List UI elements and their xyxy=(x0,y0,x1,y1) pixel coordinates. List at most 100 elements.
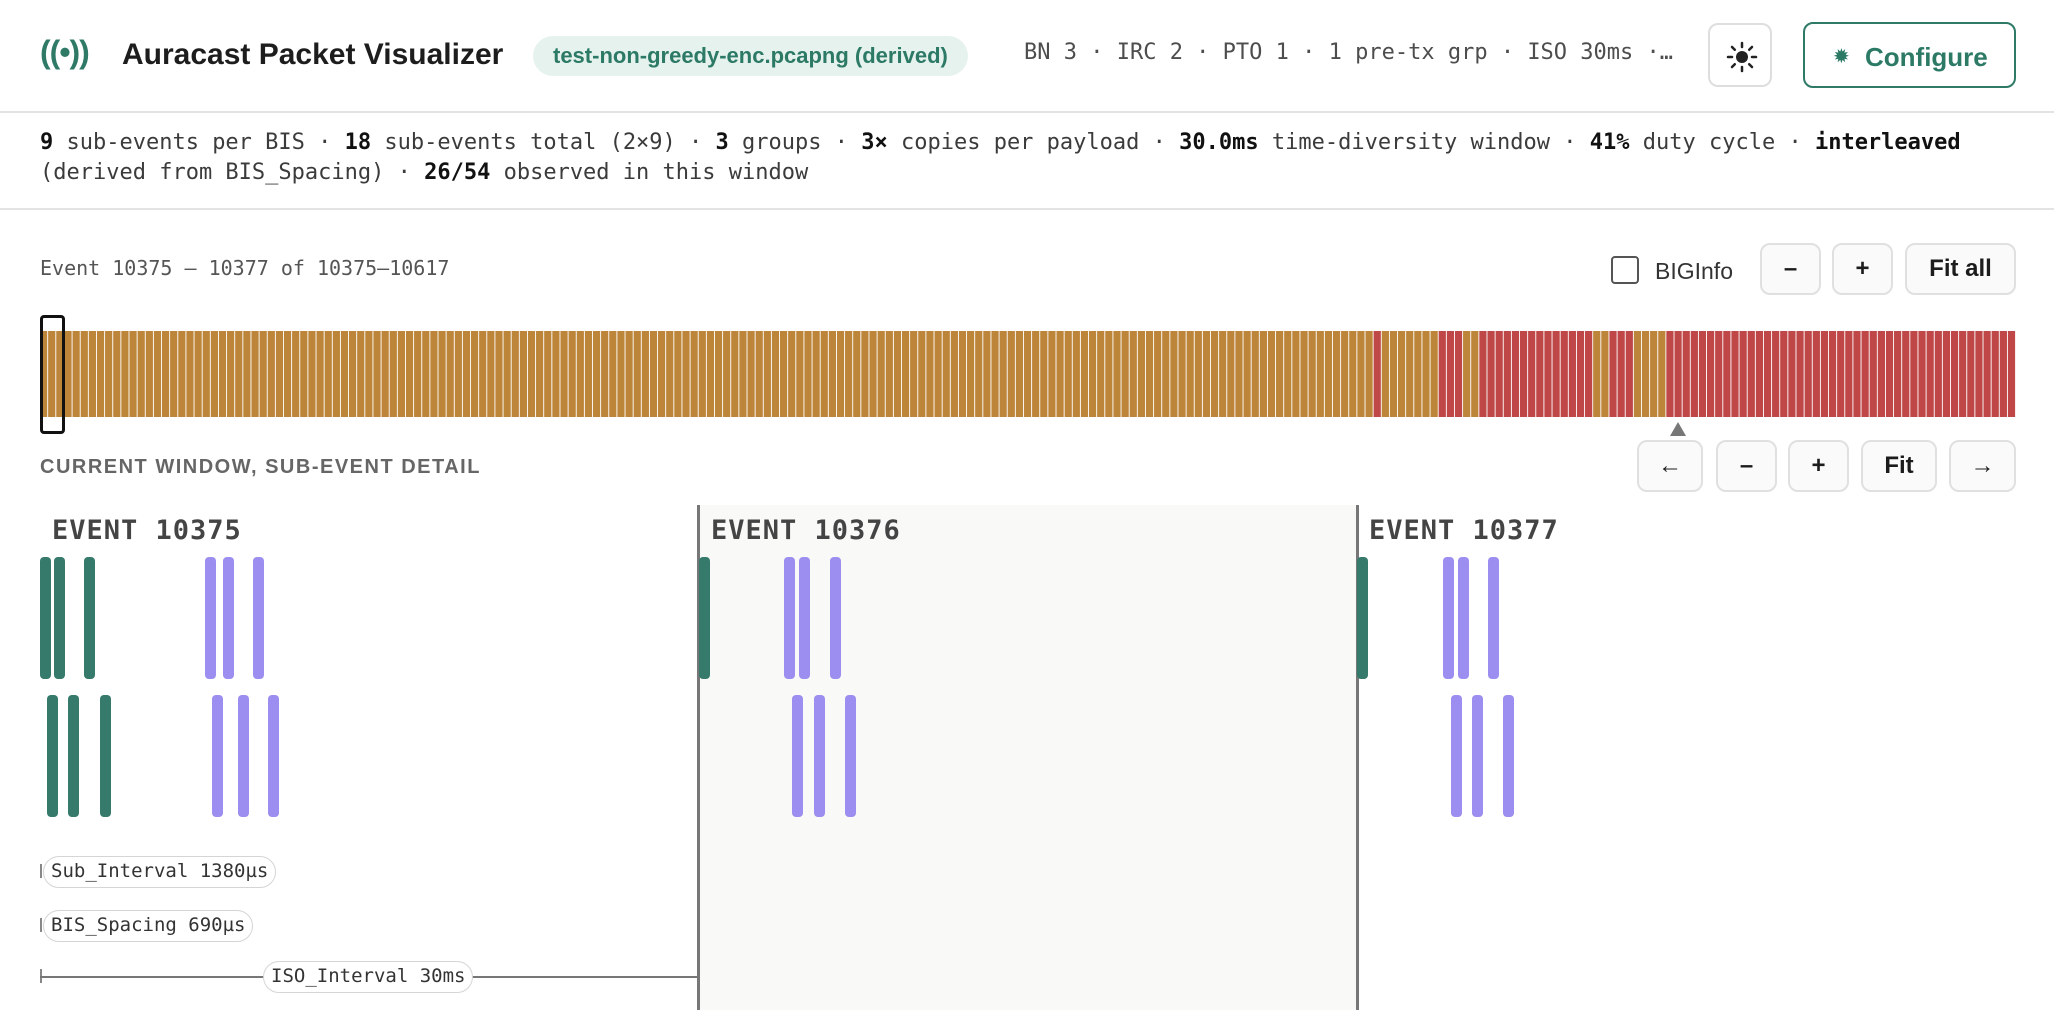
event-cell[interactable] xyxy=(983,331,991,417)
event-cell[interactable] xyxy=(877,331,885,417)
event-cell[interactable] xyxy=(316,331,324,417)
subevent-packet[interactable] xyxy=(268,695,279,817)
event-cell[interactable] xyxy=(1080,331,1089,417)
event-cell[interactable] xyxy=(1894,331,1902,417)
event-cell[interactable] xyxy=(1796,331,1804,417)
event-cell[interactable] xyxy=(1942,331,1951,417)
event-cell[interactable] xyxy=(536,331,544,417)
event-cell[interactable] xyxy=(1609,331,1617,417)
event-cell[interactable] xyxy=(1170,331,1178,417)
event-cell[interactable] xyxy=(1007,331,1015,417)
event-cell[interactable] xyxy=(381,331,389,417)
event-cell[interactable] xyxy=(1097,331,1105,417)
overview-zoom-out-button[interactable]: – xyxy=(1760,243,1821,295)
event-cell[interactable] xyxy=(991,331,999,417)
event-cell[interactable] xyxy=(999,331,1007,417)
event-cell[interactable] xyxy=(1194,331,1202,417)
event-cell[interactable] xyxy=(885,331,893,417)
event-cell[interactable] xyxy=(1853,331,1861,417)
event-cell[interactable] xyxy=(1113,331,1121,417)
event-cell[interactable] xyxy=(625,331,633,417)
event-cell[interactable] xyxy=(1373,331,1381,417)
event-cell[interactable] xyxy=(1715,331,1723,417)
event-cell[interactable] xyxy=(649,331,658,417)
event-cell[interactable] xyxy=(1568,331,1576,417)
event-cell[interactable] xyxy=(72,331,80,417)
event-cell[interactable] xyxy=(682,331,690,417)
event-cell[interactable] xyxy=(1828,331,1837,417)
event-cell[interactable] xyxy=(1690,331,1698,417)
event-cell[interactable] xyxy=(1511,331,1520,417)
event-cell[interactable] xyxy=(470,331,479,417)
event-cell[interactable] xyxy=(1739,331,1747,417)
event-cell[interactable] xyxy=(845,331,853,417)
event-cell[interactable] xyxy=(804,331,812,417)
event-cell[interactable] xyxy=(1064,331,1072,417)
event-cell[interactable] xyxy=(958,331,967,417)
event-cell[interactable] xyxy=(1902,331,1910,417)
event-cell[interactable] xyxy=(1869,331,1877,417)
event-cell[interactable] xyxy=(926,331,934,417)
event-cell[interactable] xyxy=(1877,331,1885,417)
pre-tx-subevent[interactable] xyxy=(84,557,95,679)
subevent-packet[interactable] xyxy=(792,695,803,817)
event-cell[interactable] xyxy=(438,331,446,417)
event-cell[interactable] xyxy=(1235,331,1243,417)
event-cell[interactable] xyxy=(462,331,471,417)
event-cell[interactable] xyxy=(1072,331,1080,417)
subevent-packet[interactable] xyxy=(1451,695,1462,817)
event-cell[interactable] xyxy=(1381,331,1389,417)
event-cell[interactable] xyxy=(324,331,332,417)
event-cell[interactable] xyxy=(1324,331,1333,417)
event-cell[interactable] xyxy=(1365,331,1373,417)
subevent-packet[interactable] xyxy=(1488,557,1499,679)
event-cell[interactable] xyxy=(1048,331,1056,417)
subevent-packet[interactable] xyxy=(1503,695,1514,817)
event-cell[interactable] xyxy=(1731,331,1739,417)
event-cell[interactable] xyxy=(1406,331,1414,417)
event-cell[interactable] xyxy=(1910,331,1918,417)
event-cell[interactable] xyxy=(869,331,877,417)
event-cell[interactable] xyxy=(1983,331,1991,417)
event-cell[interactable] xyxy=(414,331,422,417)
event-cell[interactable] xyxy=(934,331,942,417)
event-cell[interactable] xyxy=(235,331,243,417)
event-cell[interactable] xyxy=(658,331,666,417)
event-cell[interactable] xyxy=(495,331,503,417)
event-cell[interactable] xyxy=(739,331,747,417)
detail-zoom-out-button[interactable]: – xyxy=(1716,440,1777,492)
event-cell[interactable] xyxy=(918,331,926,417)
event-cell[interactable] xyxy=(706,331,715,417)
event-cell[interactable] xyxy=(1032,331,1040,417)
event-cell[interactable] xyxy=(1845,331,1853,417)
event-cell[interactable] xyxy=(755,331,763,417)
event-cell[interactable] xyxy=(1292,331,1300,417)
event-cell[interactable] xyxy=(812,331,820,417)
event-cell[interactable] xyxy=(1698,331,1707,417)
event-cell[interactable] xyxy=(1316,331,1324,417)
event-cell[interactable] xyxy=(129,331,137,417)
event-cell[interactable] xyxy=(1999,331,2007,417)
event-cell[interactable] xyxy=(641,331,649,417)
event-cell[interactable] xyxy=(267,331,275,417)
event-cell[interactable] xyxy=(446,331,454,417)
event-cell[interactable] xyxy=(1145,331,1154,417)
event-cell[interactable] xyxy=(1105,331,1113,417)
event-cell[interactable] xyxy=(1479,331,1487,417)
event-cell[interactable] xyxy=(186,331,194,417)
pre-tx-subevent[interactable] xyxy=(1357,557,1368,679)
event-cell[interactable] xyxy=(1137,331,1146,417)
event-cell[interactable] xyxy=(1397,331,1406,417)
event-cell[interactable] xyxy=(698,331,706,417)
subevent-packet[interactable] xyxy=(253,557,264,679)
event-cell[interactable] xyxy=(137,331,145,417)
event-cell[interactable] xyxy=(1837,331,1845,417)
event-cell[interactable] xyxy=(1276,331,1284,417)
event-cell[interactable] xyxy=(283,331,292,417)
event-cell[interactable] xyxy=(1788,331,1796,417)
event-cell[interactable] xyxy=(88,331,97,417)
subevent-packet[interactable] xyxy=(1472,695,1483,817)
event-cell[interactable] xyxy=(1349,331,1357,417)
event-cell[interactable] xyxy=(560,331,568,417)
event-cell[interactable] xyxy=(1300,331,1308,417)
